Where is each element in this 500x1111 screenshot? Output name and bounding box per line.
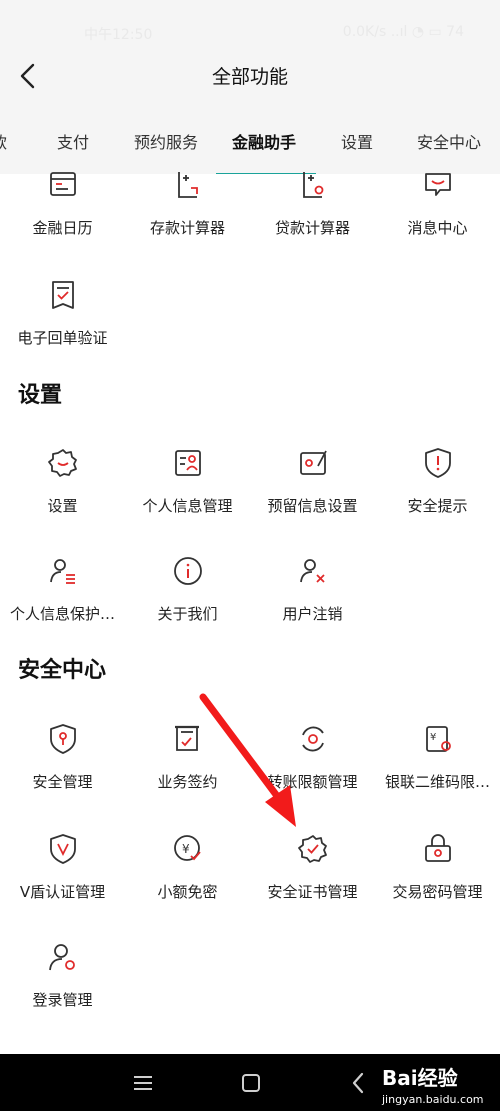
small-amount-free-item[interactable]: ¥ 小额免密 bbox=[125, 832, 250, 902]
trade-password-icon bbox=[424, 834, 451, 862]
item-label: 安全管理 bbox=[32, 773, 93, 791]
page-title: 全部功能 bbox=[211, 66, 288, 88]
transfer-limit-item[interactable]: 转账限额管理 bbox=[250, 722, 375, 792]
watermark-text: Bai经验 bbox=[382, 1066, 458, 1090]
user-remove-icon bbox=[299, 559, 325, 583]
contract-icon bbox=[174, 725, 199, 751]
item-label: 转账限额管理 bbox=[267, 773, 358, 791]
tab-finance-assistant[interactable]: 金融助手 bbox=[232, 129, 296, 153]
tab-reservation[interactable]: 预约服务 bbox=[134, 129, 198, 153]
account-cancel-item[interactable]: 用户注销 bbox=[250, 554, 375, 624]
item-label: 存款计算器 bbox=[149, 219, 225, 237]
section-title-security: 安全中心 bbox=[18, 658, 107, 683]
svg-text:¥: ¥ bbox=[430, 732, 436, 743]
v-shield-icon bbox=[49, 834, 76, 864]
item-label: 预留信息设置 bbox=[267, 497, 358, 515]
deposit-calculator-item[interactable]: 存款计算器 bbox=[125, 168, 250, 238]
menu-icon[interactable] bbox=[128, 1068, 158, 1098]
item-label: 设置 bbox=[47, 497, 78, 515]
item-label: 贷款计算器 bbox=[274, 219, 350, 237]
app-header: 全部功能 bbox=[0, 50, 500, 102]
item-label: 个人信息管理 bbox=[142, 497, 233, 515]
shield-alert-icon bbox=[424, 448, 451, 478]
item-label: 银联二维码限… bbox=[384, 773, 490, 791]
function-list: 金融日历 存款计算器 贷款计算器 消息中心 电子回单验证 设置 设置 个人信息管… bbox=[0, 172, 500, 1054]
login-manage-icon bbox=[48, 944, 75, 971]
svg-text:¥: ¥ bbox=[182, 842, 190, 856]
v-shield-item[interactable]: V盾认证管理 bbox=[0, 832, 125, 902]
item-label: 登录管理 bbox=[32, 991, 93, 1009]
back-nav-icon[interactable] bbox=[344, 1068, 374, 1098]
item-label: V盾认证管理 bbox=[19, 883, 106, 901]
user-list-icon bbox=[49, 559, 75, 584]
about-us-item[interactable]: 关于我们 bbox=[125, 554, 250, 624]
business-contract-item[interactable]: 业务签约 bbox=[125, 722, 250, 792]
item-label: 电子回单验证 bbox=[17, 329, 108, 347]
reserved-info-icon bbox=[299, 450, 327, 475]
receipt-verify-icon bbox=[51, 281, 74, 309]
deposit-calculator-icon bbox=[177, 172, 198, 198]
item-label: 消息中心 bbox=[407, 219, 468, 237]
loan-calculator-icon bbox=[302, 172, 323, 198]
unionpay-qr-icon: ¥ bbox=[425, 726, 451, 752]
profile-card-icon bbox=[174, 450, 201, 476]
certificate-icon bbox=[297, 835, 327, 863]
receipt-verify-item[interactable]: 电子回单验证 bbox=[0, 278, 125, 348]
gear-icon bbox=[47, 449, 77, 477]
message-icon bbox=[424, 173, 451, 196]
tab-settings[interactable]: 设置 bbox=[341, 129, 373, 153]
tab-loans[interactable]: 款 bbox=[0, 129, 7, 153]
login-manage-item[interactable]: 登录管理 bbox=[0, 940, 125, 1010]
item-label: 安全提示 bbox=[407, 497, 468, 515]
personal-info-item[interactable]: 个人信息管理 bbox=[125, 446, 250, 516]
home-icon[interactable] bbox=[236, 1068, 266, 1098]
security-certificate-item[interactable]: 安全证书管理 bbox=[250, 832, 375, 902]
tab-security-center[interactable]: 安全中心 bbox=[417, 129, 481, 153]
item-label: 关于我们 bbox=[157, 605, 218, 623]
settings-item[interactable]: 设置 bbox=[0, 446, 125, 516]
trade-password-item[interactable]: 交易密码管理 bbox=[375, 832, 500, 902]
reserved-info-item[interactable]: 预留信息设置 bbox=[250, 446, 375, 516]
item-label: 交易密码管理 bbox=[392, 883, 483, 901]
item-label: 业务签约 bbox=[157, 773, 218, 791]
item-label: 金融日历 bbox=[32, 219, 93, 237]
message-center-item[interactable]: 消息中心 bbox=[375, 168, 500, 238]
calendar-icon bbox=[49, 172, 76, 196]
unionpay-qr-limit-item[interactable]: ¥ 银联二维码限… bbox=[375, 722, 500, 792]
status-bar: 中午12:50 0.0K/s ..ıl ◔ ▭ 74 bbox=[0, 0, 500, 50]
item-label: 用户注销 bbox=[282, 605, 343, 623]
status-indicators: 0.0K/s ..ıl ◔ ▭ 74 bbox=[342, 24, 464, 40]
item-label: 个人信息保护… bbox=[9, 605, 115, 623]
info-icon bbox=[173, 557, 202, 585]
status-time: 中午12:50 bbox=[84, 27, 153, 43]
tab-payment[interactable]: 支付 bbox=[57, 129, 89, 153]
watermark-url: jingyan.baidu.com bbox=[382, 1093, 484, 1106]
transfer-limit-icon bbox=[301, 726, 324, 752]
privacy-protection-item[interactable]: 个人信息保护… bbox=[0, 554, 125, 624]
category-tabs: 款 支付 预约服务 金融助手 设置 安全中心 bbox=[0, 102, 500, 174]
small-amount-icon: ¥ bbox=[173, 835, 201, 861]
security-manage-item[interactable]: 安全管理 bbox=[0, 722, 125, 792]
section-title-settings: 设置 bbox=[18, 383, 63, 408]
item-label: 小额免密 bbox=[157, 883, 218, 901]
watermark-logo: Bai经验 jingyan.baidu.com bbox=[382, 1062, 484, 1106]
loan-calculator-item[interactable]: 贷款计算器 bbox=[250, 168, 375, 238]
security-tips-item[interactable]: 安全提示 bbox=[375, 446, 500, 516]
item-label: 安全证书管理 bbox=[267, 883, 358, 901]
finance-calendar-item[interactable]: 金融日历 bbox=[0, 168, 125, 238]
shield-key-icon bbox=[49, 724, 76, 754]
system-nav-bar: Bai经验 jingyan.baidu.com bbox=[0, 1054, 500, 1111]
